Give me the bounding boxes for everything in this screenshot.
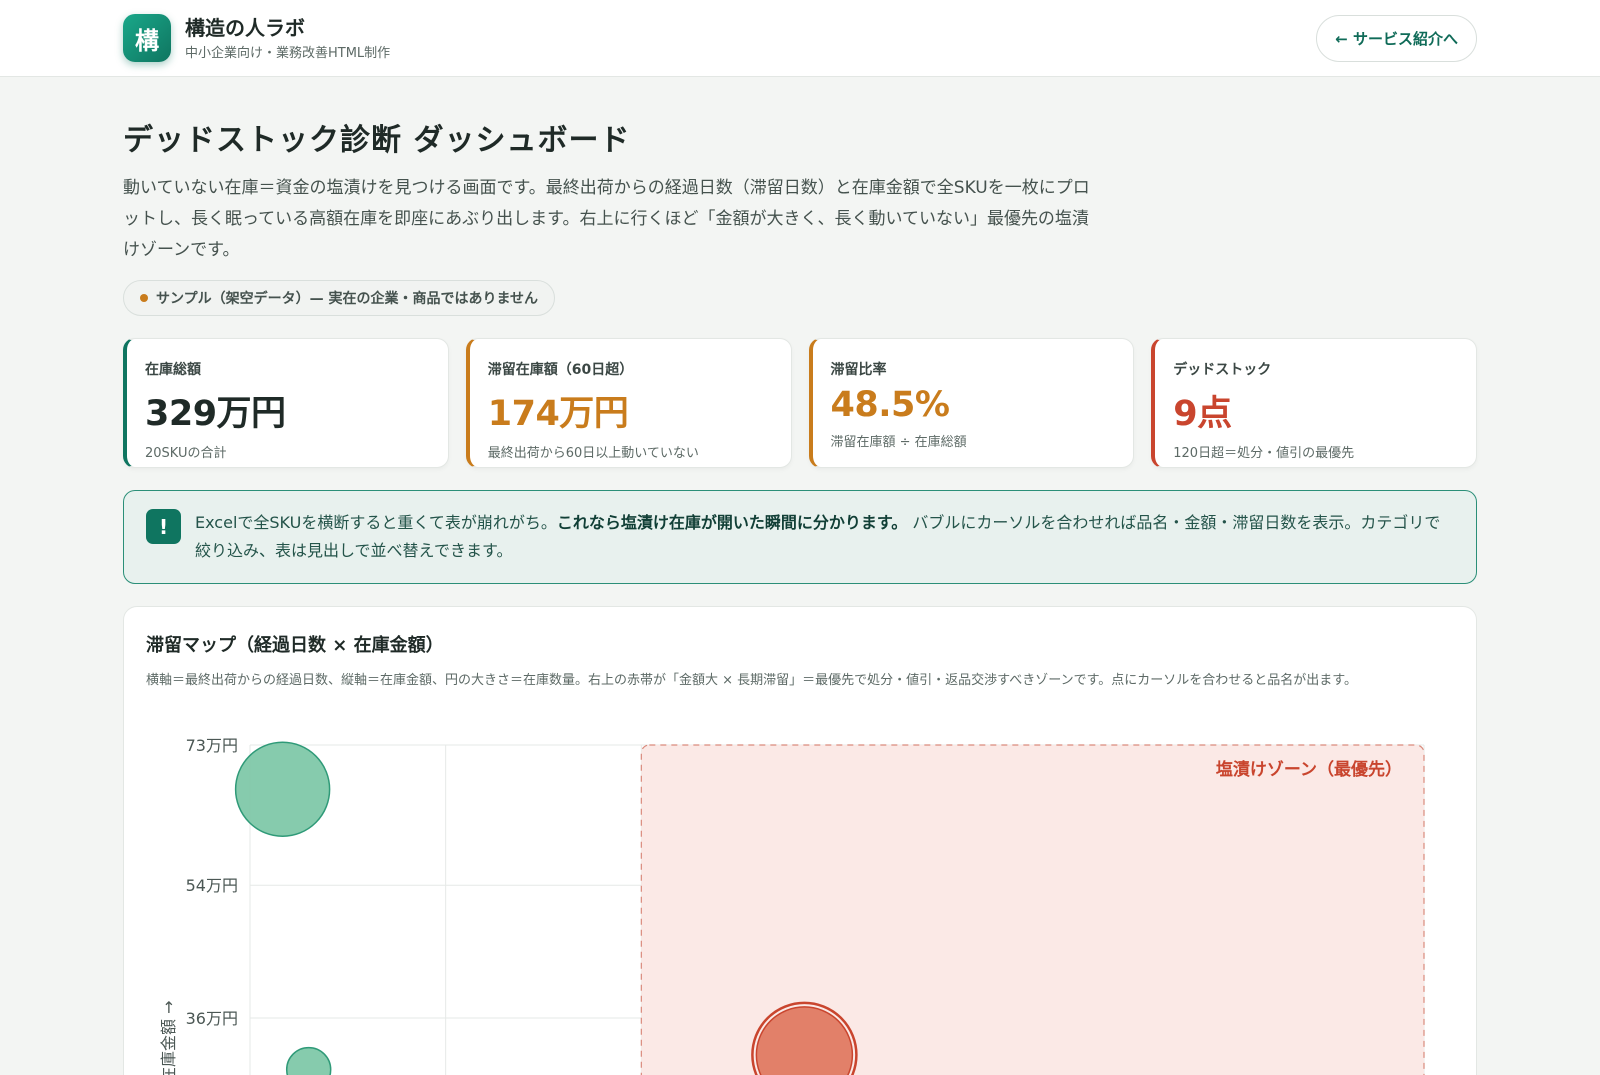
brand-name: 構造の人ラボ [185,15,305,40]
kpi-total-inventory: 在庫総額 329万円 20SKUの合計 [123,338,449,468]
kpi-value: 48.5% [830,385,950,425]
kpi-stagnant-ratio: 滞留比率 48.5% 滞留在庫額 ÷ 在庫総額 [808,338,1135,468]
kpi-label: 在庫総額 [145,362,201,378]
chart-title: 滞留マップ（経過日数 × 在庫金額） [146,635,444,656]
kpi-label: 滞留比率 [830,362,887,378]
chart-description: 横軸＝最終出荷からの経過日数、縦軸＝在庫金額、円の大きさ＝在庫数量。右上の赤帯が… [146,673,1357,688]
kpi-subtext: 滞留在庫額 ÷ 在庫総額 [830,435,967,450]
brand-subtitle: 中小企業向け・業務改善HTML制作 [185,45,391,61]
sample-badge-label: サンプル（架空データ）— 実在の企業・商品ではありません [156,291,539,307]
y-tick-label: 73万円 [186,736,238,755]
stagnation-scatter-chart: 73万円 54万円 36万円 塩漬けゾーン（最優先） 在庫金額 → [159,736,1425,1075]
dead-stock-zone [640,744,1425,1075]
kpi-value: 9点 [1173,394,1232,434]
page-description: 動いていない在庫＝資金の塩漬けを見つける画面です。最終出荷からの経過日数（滞留日… [123,178,1090,260]
notice-text-bold: これなら塩漬け在庫が開いた瞬間に分かります。 [556,513,908,532]
notice-text: Excelで全SKUを横断すると重くて表が崩れがち。これなら塩漬け在庫が開いた瞬… [195,509,1454,565]
kpi-dead-stock: デッドストック 9点 120日超＝処分・値引の最優先 [1151,338,1477,468]
main-content: デッドストック診断 ダッシュボード 動いていない在庫＝資金の塩漬けを見つける画面… [0,115,1600,1075]
data-bubble [234,741,331,838]
data-bubble [285,1046,332,1075]
y-tick-label: 36万円 [186,1009,238,1028]
kpi-subtext: 120日超＝処分・値引の最優先 [1173,446,1355,461]
kpi-label: 滞留在庫額（60日超） [487,362,634,378]
zone-label: 塩漬けゾーン（最優先） [1216,759,1402,780]
sample-data-badge: サンプル（架空データ）— 実在の企業・商品ではありません [123,280,556,316]
kpi-value: 329万円 [145,394,286,434]
top-bar: 構 構造の人ラボ 中小企業向け・業務改善HTML制作 ← サービス紹介へ [0,0,1600,77]
back-to-service-button[interactable]: ← サービス紹介へ [1316,14,1477,62]
info-notice: ! Excelで全SKUを横断すると重くて表が崩れがち。これなら塩漬け在庫が開い… [123,490,1477,584]
page-title: デッドストック診断 ダッシュボード [123,123,631,158]
status-dot-icon [140,294,148,302]
exclamation-icon: ! [146,509,181,544]
kpi-value: 174万円 [487,394,629,434]
kpi-stagnant-amount: 滞留在庫額（60日超） 174万円 最終出荷から60日以上動いていない [465,338,792,468]
kpi-label: デッドストック [1173,362,1272,378]
y-axis-label: 在庫金額 → [159,1001,178,1075]
kpi-subtext: 20SKUの合計 [145,446,227,461]
y-tick-label: 54万円 [186,876,238,895]
stagnation-map-card: 滞留マップ（経過日数 × 在庫金額） 横軸＝最終出荷からの経過日数、縦軸＝在庫金… [123,606,1477,1075]
notice-text-before: Excelで全SKUを横断すると重くて表が崩れがち。 [195,513,557,532]
brand[interactable]: 構 構造の人ラボ 中小企業向け・業務改善HTML制作 [123,14,390,62]
kpi-subtext: 最終出荷から60日以上動いていない [487,446,699,461]
brand-logo-icon: 構 [123,14,171,62]
kpi-row: 在庫総額 329万円 20SKUの合計 滞留在庫額（60日超） 174万円 最終… [123,338,1477,468]
